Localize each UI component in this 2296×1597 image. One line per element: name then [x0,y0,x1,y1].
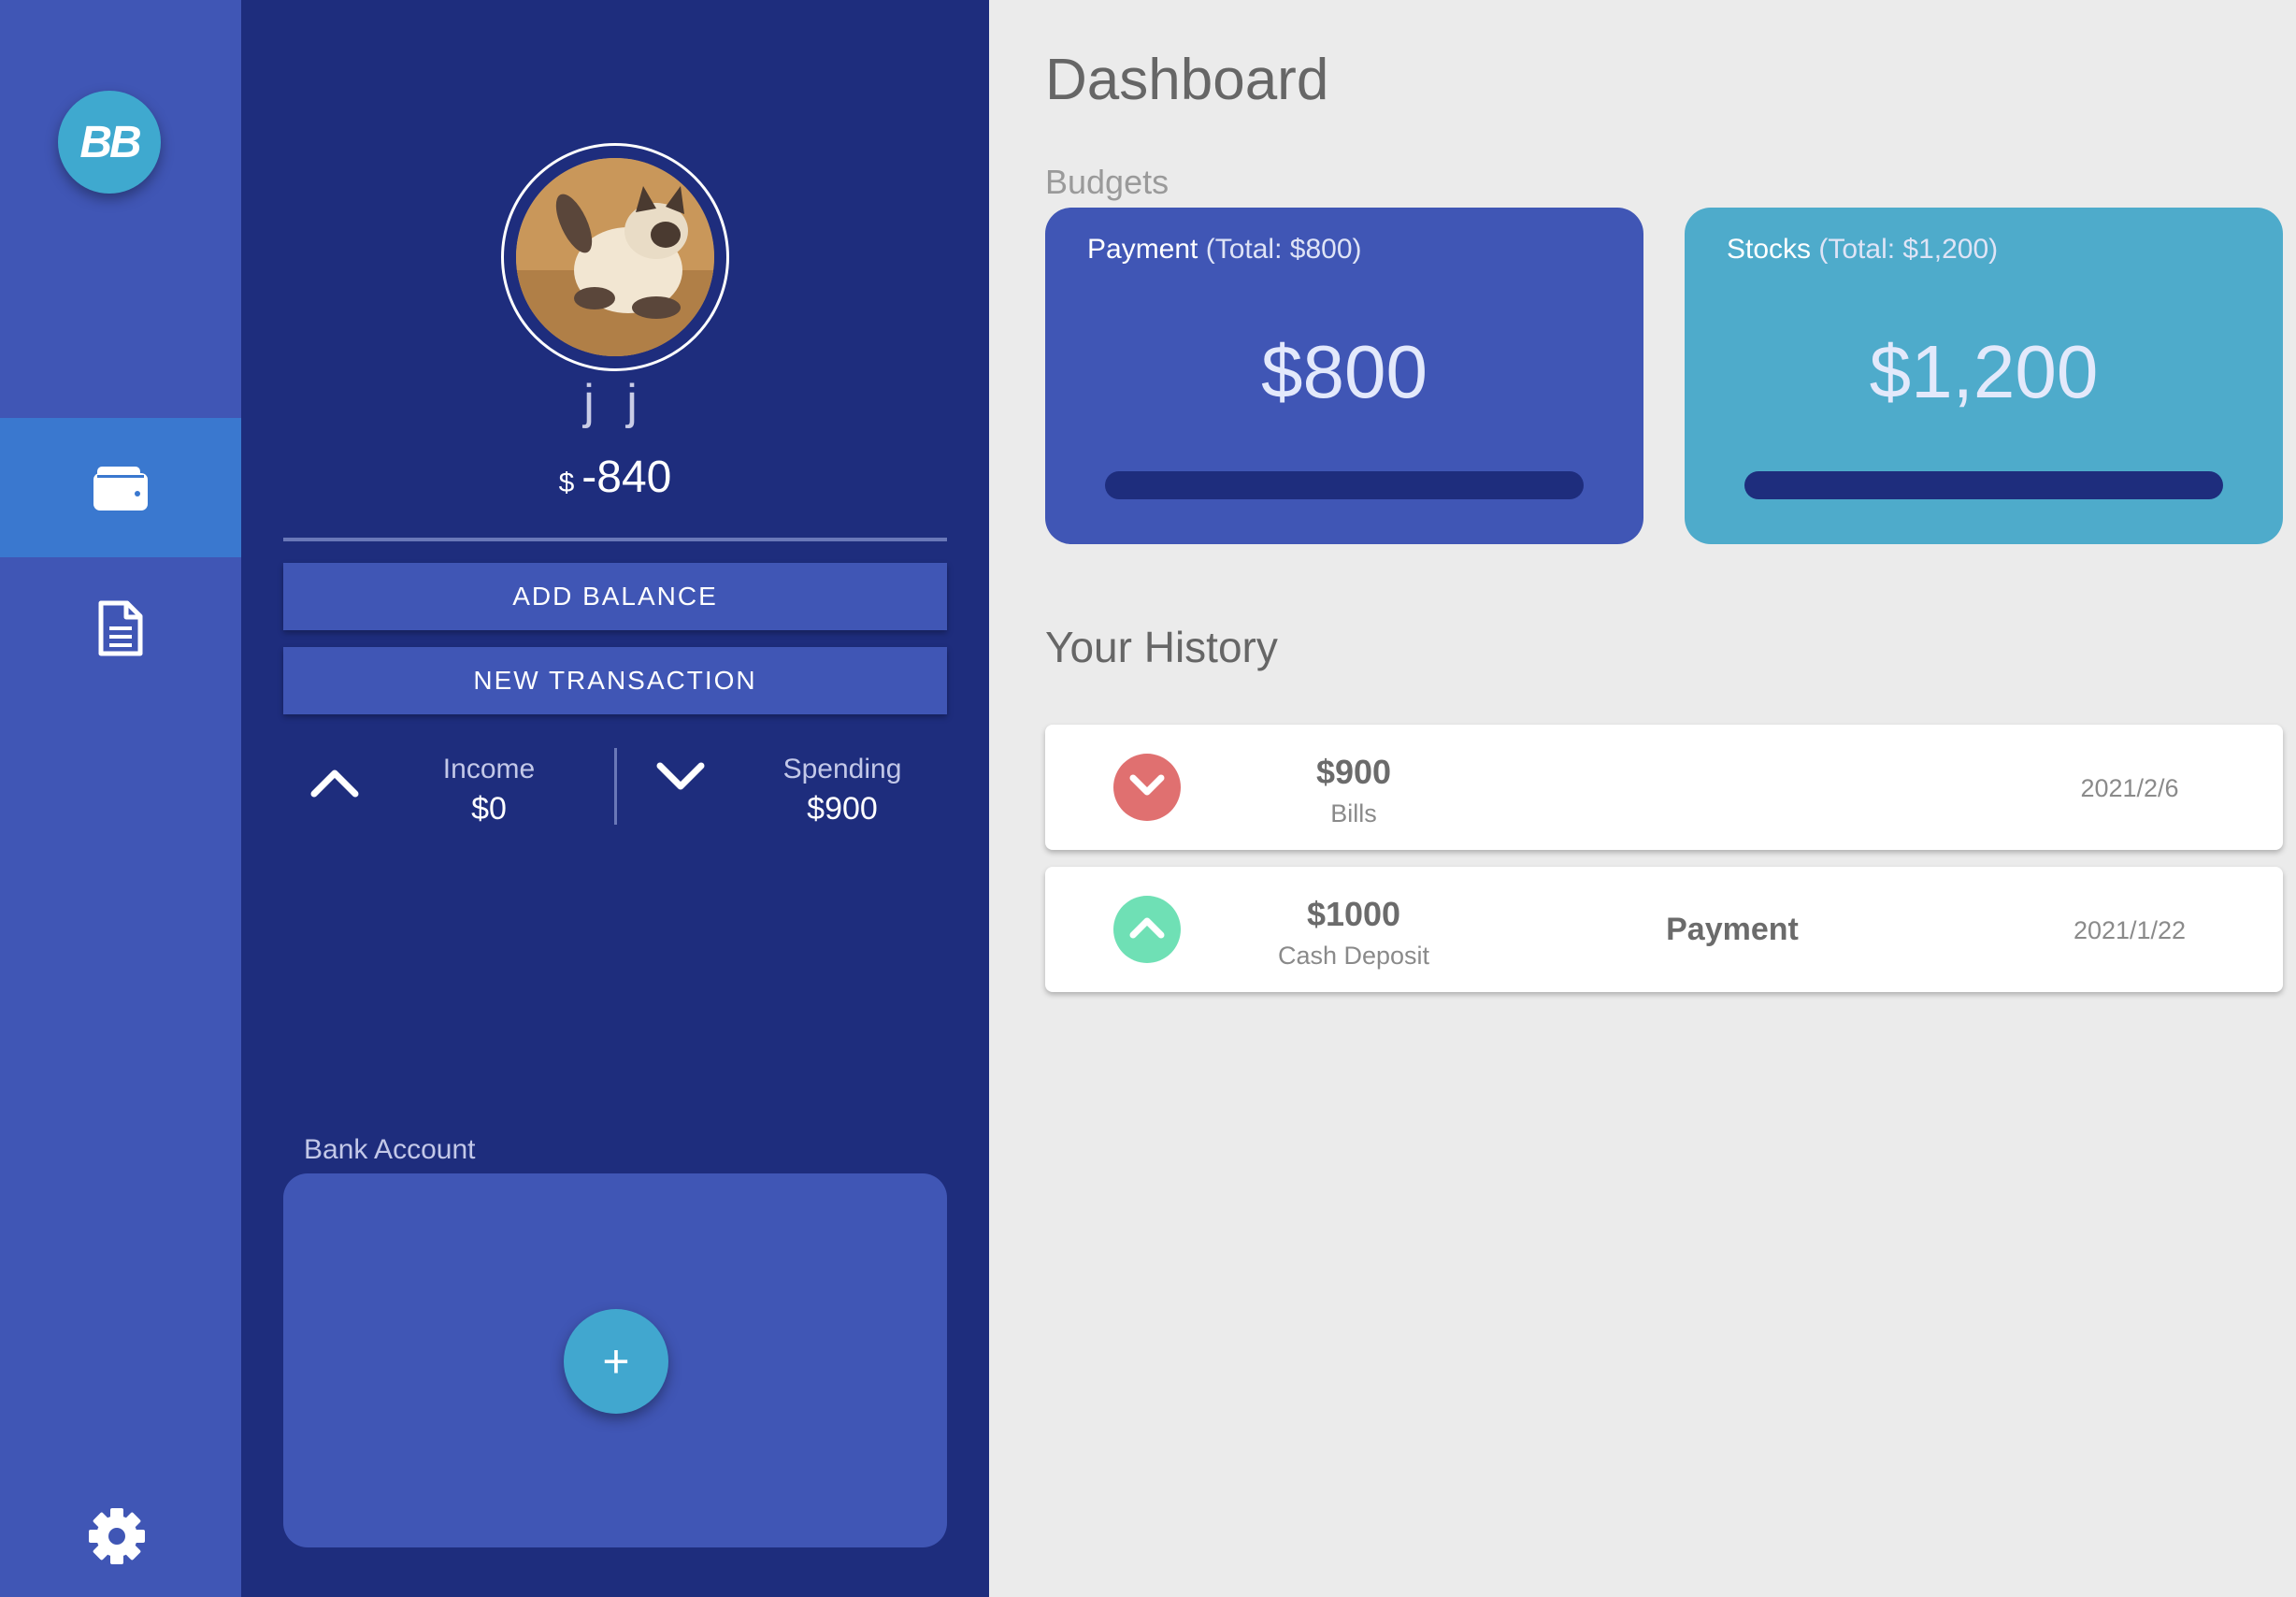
budget-card-stocks[interactable]: Stocks (Total: $1,200) $1,200 [1685,208,2283,544]
avatar-ring [501,143,729,371]
budget-amount: $800 [1261,330,1428,413]
dashboard-main: Dashboard Budgets Payment (Total: $800) … [989,0,2296,1597]
wallet-icon [92,464,150,512]
budget-total: (Total: $1,200) [1818,234,1999,265]
profile-divider [283,538,947,541]
budget-progress-fill [1744,471,2223,499]
history-row[interactable]: $900 Bills 2021/2/6 [1045,725,2283,850]
income-label: Income [442,754,536,784]
nav-rail: BB [0,0,241,1597]
income-value: $0 [471,791,507,827]
spending-label: Spending [782,754,902,784]
budget-total: (Total: $800) [1205,234,1362,265]
history-title: Your History [1045,623,1278,671]
profile-username: j j [583,375,647,429]
history-date: 2021/2/6 [2080,774,2179,802]
balance-currency: $ [558,468,575,498]
chevron-down-icon [1128,772,1166,803]
budgets-label: Budgets [1045,163,1170,201]
income-spending-summary: Income $0 Spending $900 [283,748,947,827]
settings-button[interactable] [84,1503,150,1569]
new-transaction-button[interactable]: NEW TRANSACTION [283,647,947,714]
history-budget: Payment [1666,912,1799,947]
budget-title: Stocks (Total: $1,200) [1727,234,1998,266]
profile-balance: $ -840 [241,452,989,503]
app-logo[interactable]: BB [58,91,161,194]
budget-amount: $1,200 [1869,330,2099,413]
chevron-down-icon [655,761,706,799]
balance-value: -840 [581,453,672,502]
history-amount: $1000 [1306,895,1401,933]
add-balance-button[interactable]: ADD BALANCE [283,563,947,630]
rail-item-wallet[interactable] [0,418,241,557]
gear-icon [84,1508,150,1573]
history-row[interactable]: $1000 Cash Deposit Payment 2021/1/22 [1045,867,2283,992]
profile-panel: j j $ -840 ADD BALANCE NEW TRANSACTION In… [241,0,989,1597]
budget-progress-bar [1105,471,1584,499]
stats-separator [614,748,617,825]
history-date: 2021/1/22 [2073,916,2187,944]
add-bank-account-button[interactable]: + [564,1309,668,1414]
expense-indicator [1113,754,1181,821]
chevron-up-icon [1128,914,1166,945]
chevron-up-icon [309,765,360,803]
bank-account-card: + [283,1173,947,1547]
history-amount: $900 [1315,753,1392,791]
history-category: Cash Deposit [1277,942,1430,970]
rail-item-documents[interactable] [0,558,241,698]
budget-card-payment[interactable]: Payment (Total: $800) $800 [1045,208,1643,544]
document-icon [97,599,144,657]
avatar[interactable] [516,158,714,356]
budget-name: Payment [1087,234,1198,265]
budget-title: Payment (Total: $800) [1087,234,1362,266]
budget-name: Stocks [1727,234,1812,265]
page-title: Dashboard [1045,48,1329,112]
history-category: Bills [1330,799,1377,827]
income-indicator [1113,896,1181,963]
bank-account-label: Bank Account [304,1134,476,1165]
budget-progress-fill [1105,471,1584,499]
budget-progress-bar [1744,471,2223,499]
spending-value: $900 [807,791,878,827]
